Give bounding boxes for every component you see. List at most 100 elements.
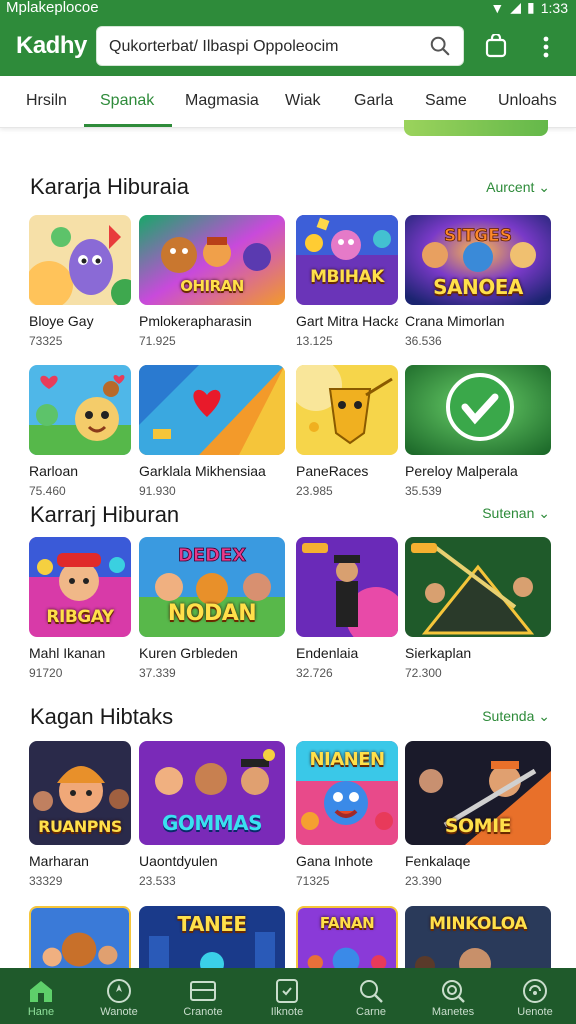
app-thumbnail[interactable]: RUANPNS <box>29 741 131 845</box>
app-logo[interactable]: Kadhy <box>16 32 87 60</box>
more-options-icon[interactable] <box>536 36 556 58</box>
app-thumbnail[interactable]: MINKOLOA <box>405 906 551 976</box>
app-card[interactable]: DEDEX NODAN Kuren Grbleden 37.339 <box>139 537 285 680</box>
active-tab-indicator <box>84 124 172 127</box>
nav-uenote[interactable]: Uenote <box>494 968 576 1024</box>
app-thumbnail[interactable]: SOMIE <box>405 741 551 845</box>
app-card[interactable]: Garklala Mikhensiaa 91.930 <box>139 365 285 498</box>
app-card[interactable] <box>29 906 131 976</box>
nav-ilknote[interactable]: Ilknote <box>246 968 328 1024</box>
nav-home[interactable]: Hane <box>0 968 82 1024</box>
app-card[interactable]: NIANEN Gana Inhote 71325 <box>296 741 398 888</box>
section-see-more-link[interactable]: Aurcent ⌄ <box>486 179 550 196</box>
search-icon <box>360 980 383 1003</box>
app-card[interactable]: Rarloan 75.460 <box>29 365 131 498</box>
app-thumbnail[interactable]: RIBGAY <box>29 537 131 637</box>
nav-cranote[interactable]: Cranote <box>162 968 244 1024</box>
tag-icon <box>276 979 298 1003</box>
tab-unloahs[interactable]: Unloahs <box>498 92 557 110</box>
section-see-more-link[interactable]: Sutenan ⌄ <box>482 505 550 522</box>
app-thumbnail[interactable]: NIANEN <box>296 741 398 845</box>
app-name: Gart Mitra Hacka <box>296 313 398 329</box>
nav-carne[interactable]: Carne <box>330 968 412 1024</box>
app-card[interactable]: SOMIE Fenkalaqe 23.390 <box>405 741 551 888</box>
app-card[interactable]: OHIRAN Pmlokerapharasin 71.925 <box>139 215 285 348</box>
section-title: Karrarj Hiburan <box>30 502 180 527</box>
app-card[interactable]: RUANPNS Marharan 33329 <box>29 741 131 888</box>
app-card[interactable]: SITGES SANOEA Crana Mimorlan 36.536 <box>405 215 551 348</box>
app-thumbnail[interactable]: SITGES SANOEA <box>405 215 551 305</box>
nav-label: Ilknote <box>270 1006 304 1018</box>
app-count: 75.460 <box>29 484 66 498</box>
search-box[interactable] <box>96 26 464 66</box>
app-count: 72.300 <box>405 666 442 680</box>
app-thumbnail[interactable]: TANEE <box>139 906 285 976</box>
app-thumbnail[interactable] <box>405 537 551 637</box>
app-thumbnail[interactable] <box>29 906 131 976</box>
app-thumbnail[interactable]: FANAN <box>296 906 398 976</box>
nav-label: Cranote <box>183 1006 223 1018</box>
app-thumbnail[interactable] <box>29 365 131 455</box>
app-card[interactable]: Pereloy Malperala 35.539 <box>405 365 551 498</box>
card-icon <box>190 981 216 1001</box>
thumbnail-title-art: MBIHAK <box>310 267 384 287</box>
tab-magmasia[interactable]: Magmasia <box>185 92 259 110</box>
app-thumbnail[interactable]: MBIHAK <box>296 215 398 305</box>
section-title: Kararja Hiburaia <box>30 174 189 199</box>
app-thumbnail[interactable]: GOMMAS <box>139 741 285 845</box>
app-card[interactable]: RIBGAY Mahl Ikanan 91720 <box>29 537 131 680</box>
app-count: 33329 <box>29 874 63 888</box>
app-thumbnail[interactable] <box>139 365 285 455</box>
tab-same[interactable]: Same <box>425 92 467 110</box>
tab-garla[interactable]: Garla <box>354 92 393 110</box>
app-card[interactable]: GOMMAS Uaontdyulen 23.533 <box>139 741 285 888</box>
app-thumbnail[interactable] <box>296 537 398 637</box>
app-count: 23.985 <box>296 484 333 498</box>
magnifier-icon <box>442 980 465 1003</box>
tab-spanak[interactable]: Spanak <box>100 92 154 110</box>
wifi-icon: ▼ <box>490 0 505 16</box>
app-name: Gana Inhote <box>296 853 374 869</box>
banner-peek[interactable] <box>404 120 548 136</box>
shopping-bag-icon[interactable] <box>484 34 508 58</box>
app-name: Bloye Gay <box>29 313 94 329</box>
app-card[interactable]: MBIHAK Gart Mitra Hacka 13.125 <box>296 215 398 348</box>
tab-wiak[interactable]: Wiak <box>285 92 321 110</box>
thumbnail-title-art: SOMIE <box>444 815 512 837</box>
app-name: Pmlokerapharasin <box>139 313 252 329</box>
nav-manetes[interactable]: Manetes <box>412 968 494 1024</box>
app-thumbnail[interactable]: OHIRAN <box>139 215 285 305</box>
app-thumbnail[interactable] <box>405 365 551 455</box>
thumbnail-title-art: NODAN <box>167 601 257 626</box>
thumbnail-title-art: GOMMAS <box>161 811 263 835</box>
compass-icon <box>107 979 131 1003</box>
tab-hrsiln[interactable]: Hrsiln <box>26 92 67 110</box>
search-icon[interactable] <box>429 35 451 57</box>
nav-wanote[interactable]: Wanote <box>78 968 160 1024</box>
app-count: 35.539 <box>405 484 442 498</box>
nav-label: Wanote <box>100 1006 138 1018</box>
search-input[interactable] <box>109 35 419 59</box>
status-time: 1:33 <box>540 0 568 16</box>
app-card[interactable]: Bloye Gay 73325 <box>29 215 131 348</box>
app-count: 91720 <box>29 666 63 680</box>
app-card[interactable]: Endenlaia 32.726 <box>296 537 398 680</box>
app-card[interactable]: TANEE <box>139 906 285 976</box>
app-thumbnail[interactable] <box>296 365 398 455</box>
app-card[interactable]: Sierkaplan 72.300 <box>405 537 551 680</box>
app-card[interactable]: PaneRaces 23.985 <box>296 365 398 498</box>
section-see-more-link[interactable]: Sutenda ⌄ <box>482 708 550 725</box>
thumbnail-title-art: MINKOLOA <box>429 914 527 934</box>
thumbnail-title-art: NIANEN <box>309 749 385 770</box>
home-icon <box>30 981 52 1002</box>
app-count: 73325 <box>29 334 63 348</box>
app-thumbnail[interactable] <box>29 215 131 305</box>
app-card[interactable]: MINKOLOA <box>405 906 551 976</box>
status-bar: Mplakeplocoe ▼ ◢ ▮ 1:33 <box>0 0 576 18</box>
app-thumbnail[interactable]: DEDEX NODAN <box>139 537 285 637</box>
signal-icon: ◢ <box>510 0 522 15</box>
app-name: PaneRaces <box>296 463 369 479</box>
nav-label: Carne <box>356 1006 386 1018</box>
nav-label: Hane <box>27 1006 55 1018</box>
app-card[interactable]: FANAN <box>296 906 398 976</box>
